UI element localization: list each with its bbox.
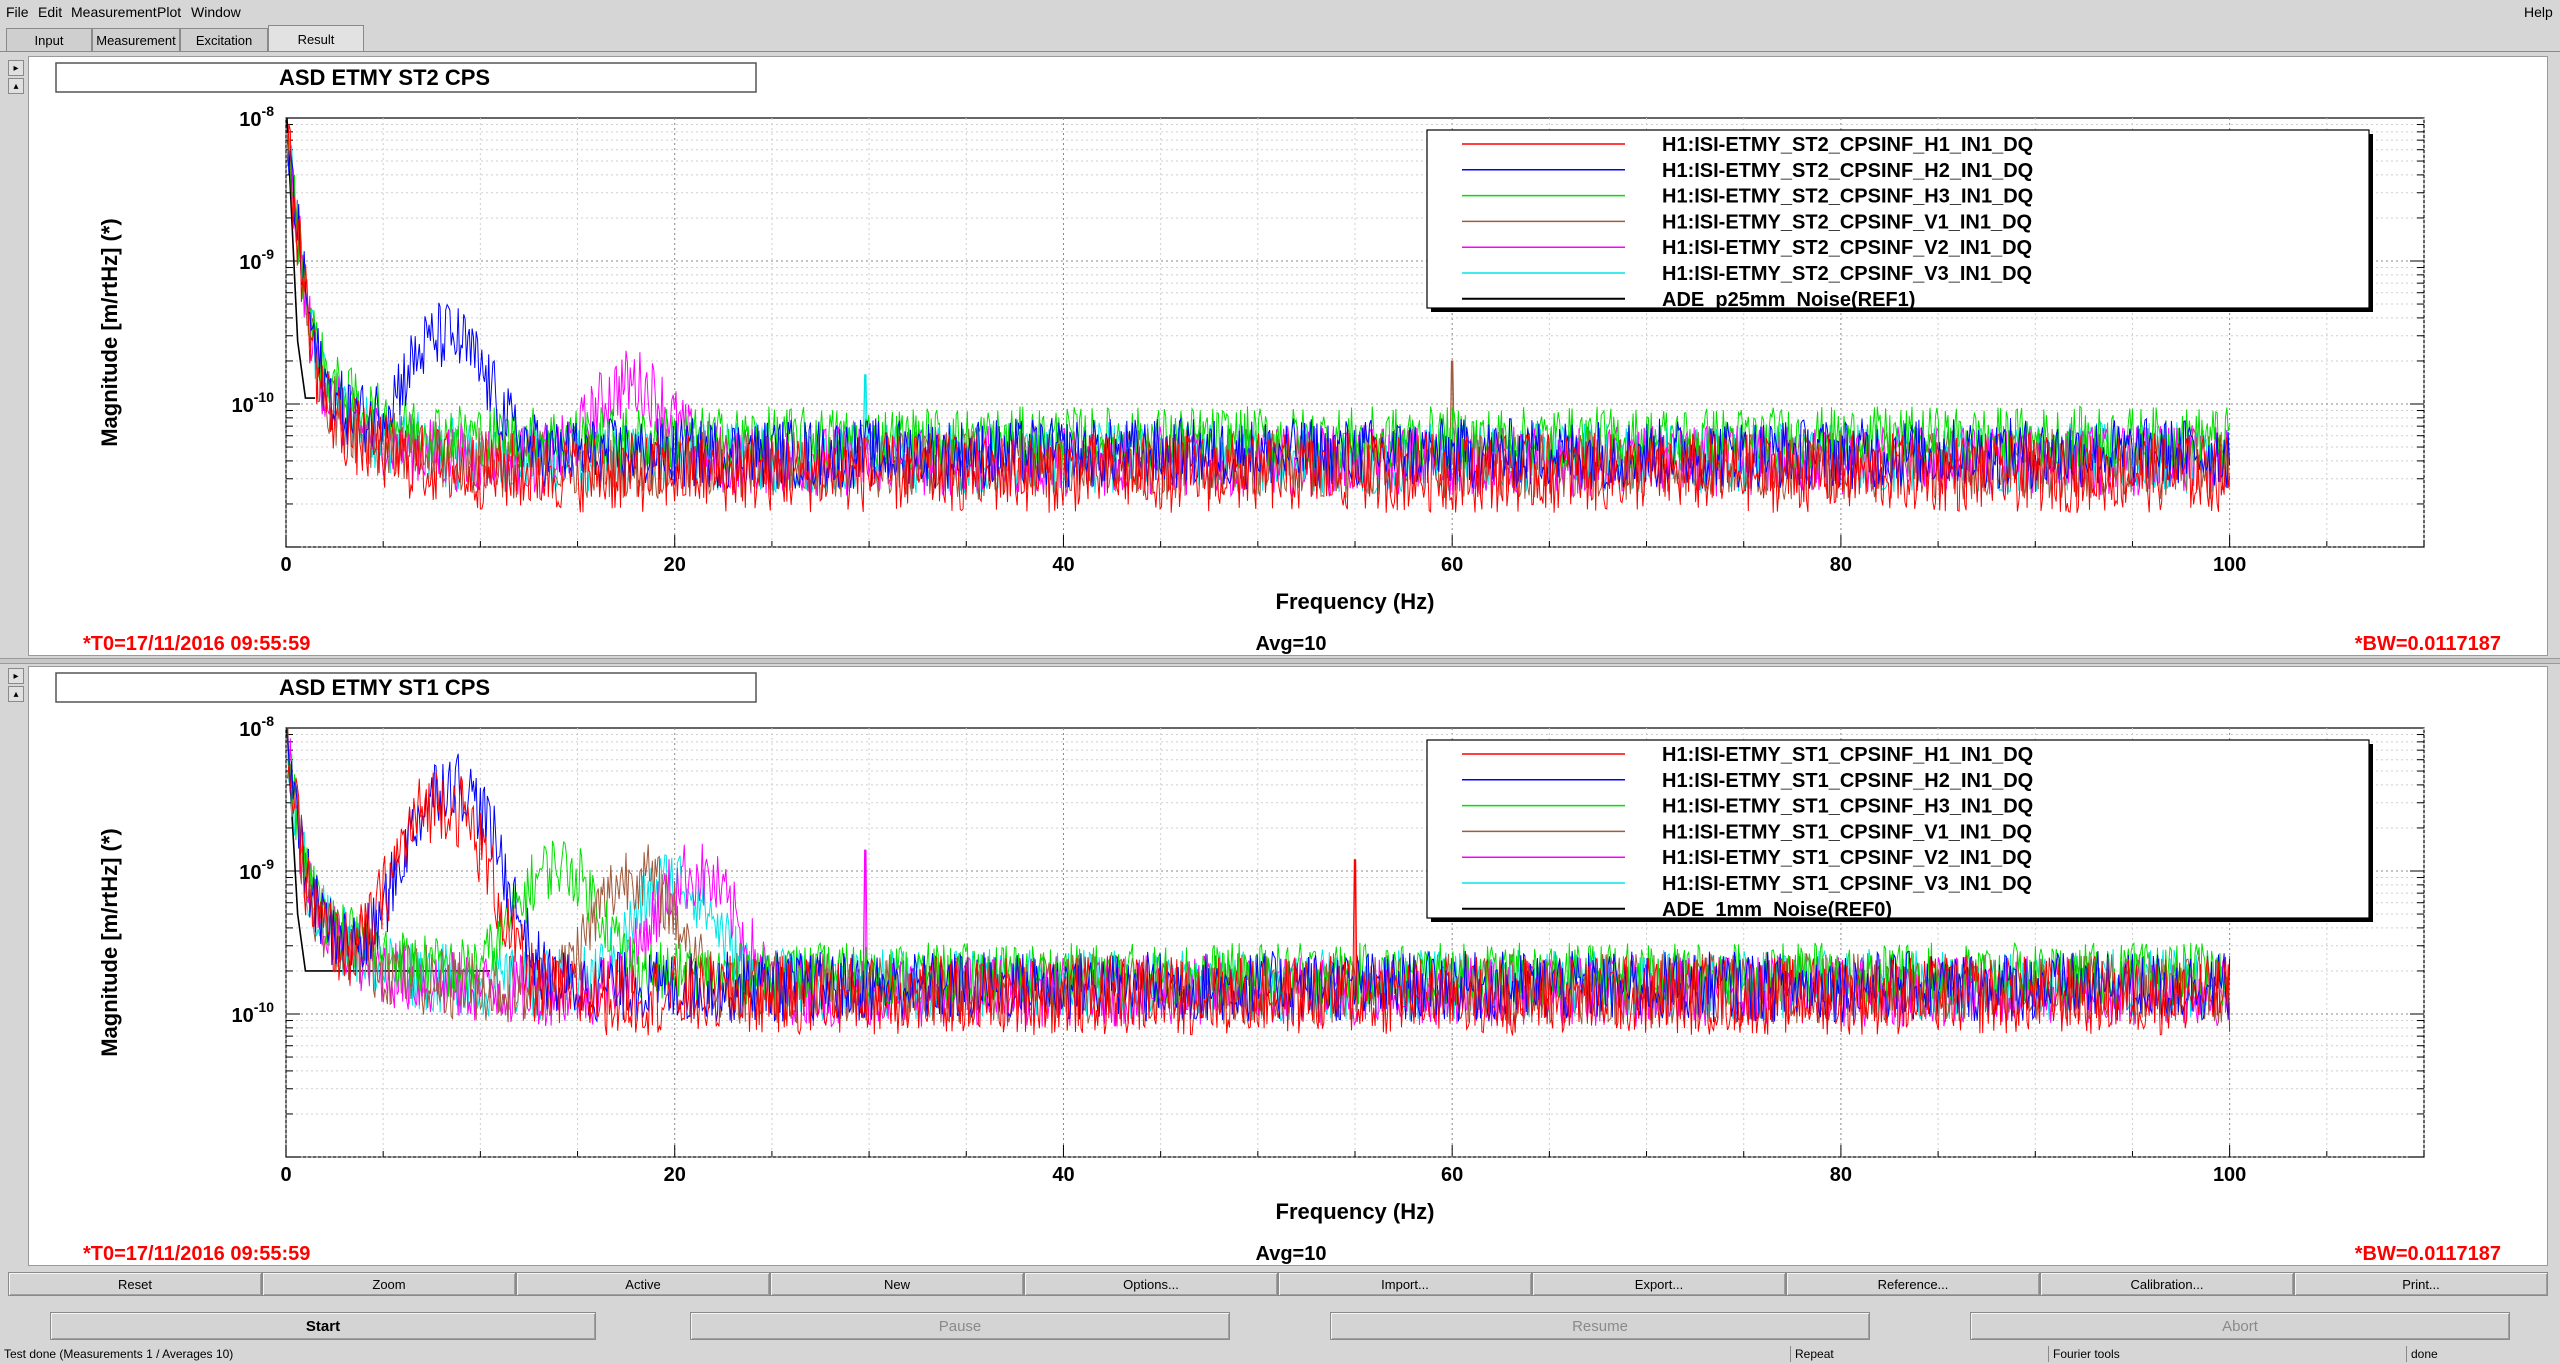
menu-bar: File Edit Measurement Plot Window Help: [0, 0, 2560, 24]
tab-divider: [0, 51, 2560, 52]
plot-panel-st1[interactable]: ASD ETMY ST1 CPS 0 20 40 60 80 100 10-8 10-9 10-1…: [28, 666, 2548, 1266]
legend-entry: H1:ISI-ETMY_ST2_CPSINF_H2_IN1_DQ: [1662, 160, 2033, 182]
x-tick-label: 80: [1830, 554, 1852, 576]
legend-entry: ADE_1mm_Noise(REF0): [1662, 899, 1892, 921]
start-time-label: *T0=17/11/2016 09:55:59: [83, 1243, 310, 1265]
active-button[interactable]: Active: [516, 1272, 770, 1296]
y-tick-label: 10-10: [232, 389, 275, 417]
x-axis-label: Frequency (Hz): [1276, 1199, 1435, 1224]
legend-entry: H1:ISI-ETMY_ST1_CPSINF_V2_IN1_DQ: [1662, 847, 2032, 869]
y-tick-label: 10-9: [239, 246, 274, 274]
start-button[interactable]: Start: [50, 1312, 596, 1340]
legend-entry: H1:ISI-ETMY_ST1_CPSINF_V3_IN1_DQ: [1662, 873, 2032, 895]
legend-entry: H1:ISI-ETMY_ST2_CPSINF_V2_IN1_DQ: [1662, 237, 2032, 259]
menu-plot[interactable]: Plot: [157, 4, 181, 20]
x-tick-label: 60: [1441, 554, 1463, 576]
menu-edit[interactable]: Edit: [38, 4, 62, 20]
legend-entry: H1:ISI-ETMY_ST2_CPSINF_V3_IN1_DQ: [1662, 263, 2032, 285]
resume-button[interactable]: Resume: [1330, 1312, 1870, 1340]
abort-button[interactable]: Abort: [1970, 1312, 2510, 1340]
reference-button[interactable]: Reference...: [1786, 1272, 2040, 1296]
expand-arrow-icon[interactable]: ▸: [8, 60, 24, 76]
y-axis-label: Magnitude [m/rtHz] (*): [97, 828, 122, 1057]
import-button[interactable]: Import...: [1278, 1272, 1532, 1296]
plot-title: ASD ETMY ST1 CPS: [279, 675, 490, 700]
menu-measurement[interactable]: Measurement: [71, 4, 157, 20]
legend-entry: H1:ISI-ETMY_ST1_CPSINF_H2_IN1_DQ: [1662, 770, 2033, 792]
x-tick-label: 40: [1052, 554, 1074, 576]
menu-window[interactable]: Window: [191, 4, 241, 20]
x-tick-label: 20: [664, 1164, 686, 1186]
x-tick-label: 100: [2213, 554, 2246, 576]
start-time-label: *T0=17/11/2016 09:55:59: [83, 633, 310, 655]
bandwidth-label: *BW=0.0117187: [2355, 633, 2501, 655]
options-button[interactable]: Options...: [1024, 1272, 1278, 1296]
status-message: Test done (Measurements 1 / Averages 10): [4, 1347, 234, 1361]
collapse-arrow-icon[interactable]: ▴: [8, 78, 24, 94]
status-fourier-tools: Fourier tools: [2048, 1346, 2406, 1362]
x-tick-label: 60: [1441, 1164, 1463, 1186]
bandwidth-label: *BW=0.0117187: [2355, 1243, 2501, 1265]
x-axis-label: Frequency (Hz): [1276, 589, 1435, 614]
asd-plot-svg[interactable]: ASD ETMY ST2 CPS 0 20 40 60 80 100 10-8 10-9 10-1…: [29, 57, 2547, 655]
averages-label: Avg=10: [1256, 1243, 1327, 1265]
tab-result[interactable]: Result: [268, 25, 364, 52]
pane-splitter[interactable]: [0, 658, 2560, 664]
y-tick-label: 10-9: [239, 856, 274, 884]
tab-input[interactable]: Input: [6, 28, 92, 52]
expand-arrow-icon[interactable]: ▸: [8, 668, 24, 684]
new-button[interactable]: New: [770, 1272, 1024, 1296]
legend-entry: H1:ISI-ETMY_ST1_CPSINF_H1_IN1_DQ: [1662, 744, 2033, 766]
y-tick-label: 10-8: [239, 103, 274, 131]
print-button[interactable]: Print...: [2294, 1272, 2548, 1296]
menu-file[interactable]: File: [6, 4, 29, 20]
legend-entry: H1:ISI-ETMY_ST1_CPSINF_V1_IN1_DQ: [1662, 821, 2032, 843]
calibration-button[interactable]: Calibration...: [2040, 1272, 2294, 1296]
x-tick-label: 20: [664, 554, 686, 576]
menu-help[interactable]: Help: [2524, 4, 2553, 20]
x-tick-label: 100: [2213, 1164, 2246, 1186]
plot-title: ASD ETMY ST2 CPS: [279, 65, 490, 90]
legend-entry: ADE_p25mm_Noise(REF1): [1662, 289, 1915, 311]
y-tick-label: 10-10: [232, 999, 275, 1027]
legend-entry: H1:ISI-ETMY_ST2_CPSINF_H1_IN1_DQ: [1662, 134, 2033, 156]
tab-measurement[interactable]: Measurement: [92, 28, 180, 52]
status-state: done: [2406, 1346, 2560, 1362]
status-repeat: Repeat: [1790, 1346, 2048, 1362]
x-tick-label: 40: [1052, 1164, 1074, 1186]
x-tick-label: 80: [1830, 1164, 1852, 1186]
y-tick-label: 10-8: [239, 713, 274, 741]
x-tick-label: 0: [280, 554, 291, 576]
plot-panel-st2[interactable]: ASD ETMY ST2 CPS 0 20 40 60 80 100 10-8 10-9 10-1…: [28, 56, 2548, 656]
legend-entry: H1:ISI-ETMY_ST1_CPSINF_H3_IN1_DQ: [1662, 796, 2033, 818]
asd-plot-svg[interactable]: ASD ETMY ST1 CPS 0 20 40 60 80 100 10-8 10-9 10-1…: [29, 667, 2547, 1265]
status-bar: Test done (Measurements 1 / Averages 10)…: [0, 1344, 2560, 1364]
export-button[interactable]: Export...: [1532, 1272, 1786, 1296]
tab-excitation[interactable]: Excitation: [180, 28, 268, 52]
legend-entry: H1:ISI-ETMY_ST2_CPSINF_V1_IN1_DQ: [1662, 211, 2032, 233]
x-tick-label: 0: [280, 1164, 291, 1186]
y-axis-label: Magnitude [m/rtHz] (*): [97, 218, 122, 447]
averages-label: Avg=10: [1256, 633, 1327, 655]
pause-button[interactable]: Pause: [690, 1312, 1230, 1340]
legend-entry: H1:ISI-ETMY_ST2_CPSINF_H3_IN1_DQ: [1662, 186, 2033, 208]
zoom-button[interactable]: Zoom: [262, 1272, 516, 1296]
reset-button[interactable]: Reset: [8, 1272, 262, 1296]
collapse-arrow-icon[interactable]: ▴: [8, 686, 24, 702]
